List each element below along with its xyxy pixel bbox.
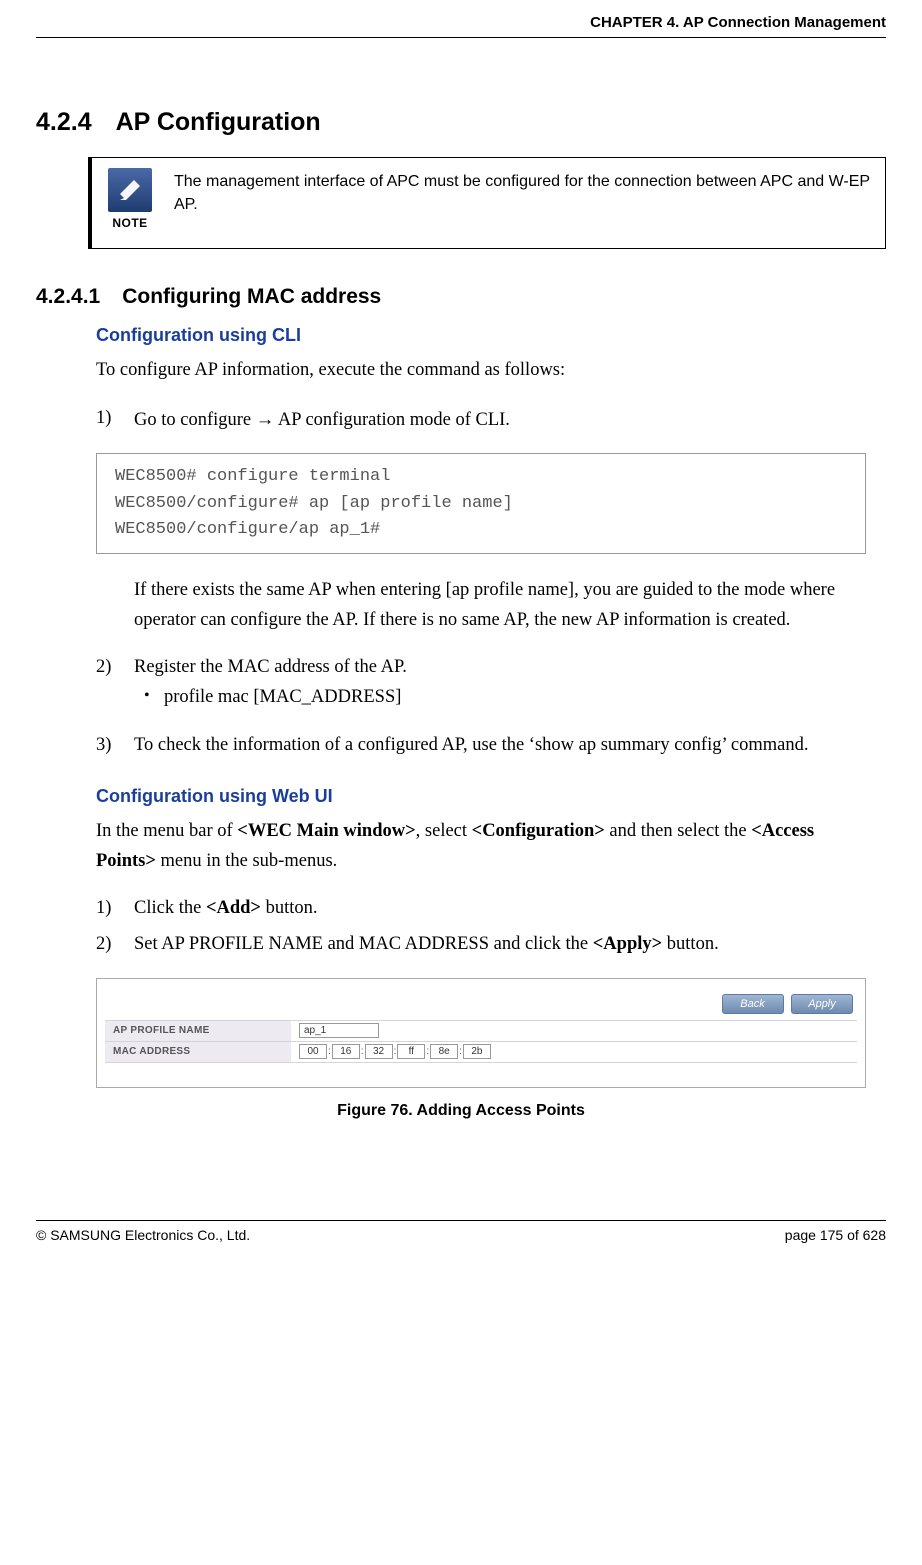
note-pencil-icon [108, 168, 152, 212]
note-label: NOTE [108, 216, 152, 230]
right-arrow-icon: → [256, 408, 275, 429]
footer-page-number: page 175 of 628 [785, 1227, 886, 1243]
subsection-number: 4.2.4.1 [36, 285, 100, 309]
figure-caption: Figure 76. Adding Access Points [36, 1102, 886, 1120]
chapter-header: CHAPTER 4. AP Connection Management [36, 14, 886, 38]
cli-heading: Configuration using CLI [96, 325, 866, 346]
cli-after-code-para: If there exists the same AP when enterin… [134, 576, 866, 635]
page-footer: © SAMSUNG Electronics Co., Ltd. page 175… [36, 1220, 886, 1243]
cli-step-2: 2) Register the MAC address of the AP. p… [96, 653, 866, 712]
table-row: AP PROFILE NAME [105, 1020, 857, 1041]
figure-screenshot: Back Apply AP PROFILE NAME MAC ADDRESS :… [96, 978, 866, 1088]
mac-address-field: ::::: [291, 1041, 857, 1062]
footer-copyright: © SAMSUNG Electronics Co., Ltd. [36, 1227, 250, 1243]
cli-step-2-bullet: profile mac [MAC_ADDRESS] [144, 683, 866, 713]
cli-step-1: 1) Go to configure → AP configuration mo… [96, 404, 866, 436]
mac-octet-input[interactable] [299, 1044, 327, 1059]
table-row: MAC ADDRESS ::::: [105, 1041, 857, 1062]
webui-step-1: 1) Click the <Add> button. [96, 894, 866, 924]
mac-octet-input[interactable] [332, 1044, 360, 1059]
ap-profile-name-input[interactable] [299, 1023, 379, 1038]
webui-step-2: 2) Set AP PROFILE NAME and MAC ADDRESS a… [96, 930, 866, 960]
subsection-heading: 4.2.4.1 Configuring MAC address [36, 285, 886, 309]
mac-address-label: MAC ADDRESS [105, 1041, 291, 1062]
section-heading: 4.2.4 AP Configuration [36, 108, 886, 137]
webui-heading: Configuration using Web UI [96, 786, 866, 807]
note-text: The management interface of APC must be … [174, 168, 871, 216]
section-title: AP Configuration [116, 108, 321, 136]
apply-button[interactable]: Apply [791, 994, 853, 1014]
mac-octet-input[interactable] [430, 1044, 458, 1059]
section-number: 4.2.4 [36, 108, 92, 137]
cli-intro: To configure AP information, execute the… [96, 356, 866, 386]
back-button[interactable]: Back [722, 994, 784, 1014]
cli-code-block: WEC8500# configure terminal WEC8500/conf… [96, 453, 866, 554]
cli-step-3: 3) To check the information of a configu… [96, 731, 866, 761]
figure-table: AP PROFILE NAME MAC ADDRESS ::::: [105, 1020, 857, 1063]
note-box: NOTE The management interface of APC mus… [88, 157, 886, 249]
mac-octet-input[interactable] [463, 1044, 491, 1059]
webui-intro: In the menu bar of <WEC Main window>, se… [96, 817, 866, 876]
mac-octet-input[interactable] [397, 1044, 425, 1059]
mac-octet-input[interactable] [365, 1044, 393, 1059]
subsection-title: Configuring MAC address [122, 285, 381, 308]
ap-profile-name-label: AP PROFILE NAME [105, 1020, 291, 1041]
